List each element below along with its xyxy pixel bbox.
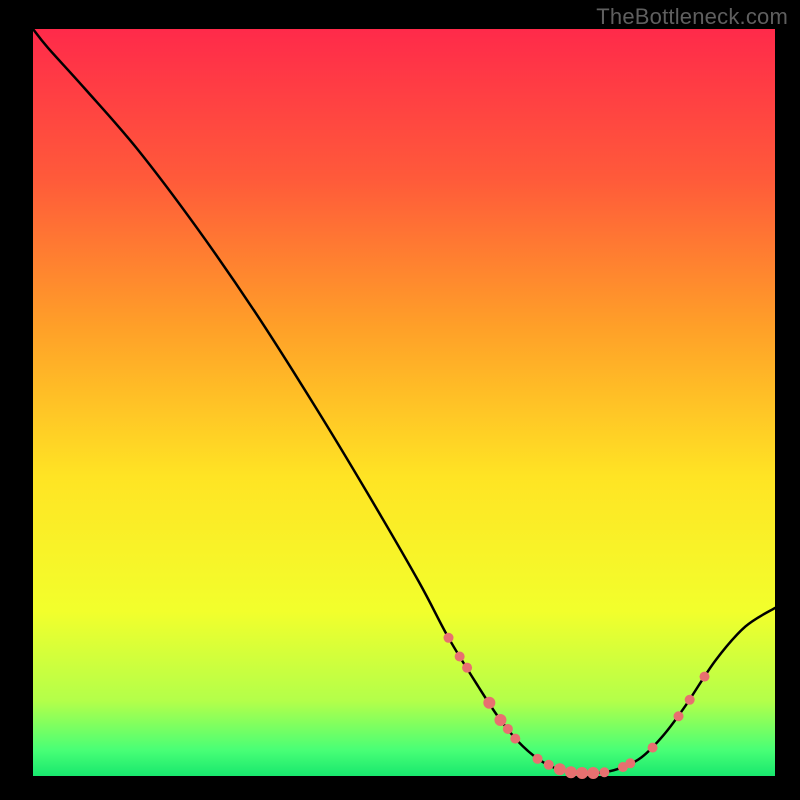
data-marker — [510, 734, 520, 744]
data-marker — [544, 760, 554, 770]
data-marker — [483, 697, 495, 709]
data-marker — [648, 743, 658, 753]
data-marker — [554, 763, 566, 775]
data-marker — [599, 767, 609, 777]
data-marker — [700, 672, 710, 682]
data-marker — [587, 767, 599, 779]
data-marker — [685, 695, 695, 705]
data-marker — [444, 633, 454, 643]
data-marker — [565, 766, 577, 778]
data-marker — [503, 724, 513, 734]
data-marker — [533, 754, 543, 764]
data-marker — [455, 651, 465, 661]
plot-background — [33, 29, 775, 776]
bottleneck-chart — [0, 0, 800, 800]
data-marker — [674, 711, 684, 721]
chart-container: TheBottleneck.com — [0, 0, 800, 800]
data-marker — [576, 767, 588, 779]
data-marker — [625, 758, 635, 768]
data-marker — [462, 663, 472, 673]
watermark-text: TheBottleneck.com — [596, 4, 788, 30]
data-marker — [494, 714, 506, 726]
